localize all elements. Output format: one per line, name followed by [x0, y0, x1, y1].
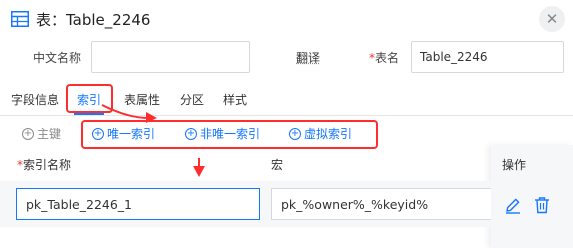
- close-icon: ✕: [545, 10, 559, 28]
- tab-partition[interactable]: 分区: [180, 91, 204, 108]
- index-name-input[interactable]: pk_Table_2246_1: [16, 188, 260, 220]
- close-button[interactable]: ✕: [539, 6, 565, 32]
- header-index-name: *索引名称: [17, 158, 72, 172]
- delete-icon[interactable]: [533, 196, 551, 214]
- arrow-annotation: [193, 158, 205, 177]
- add-icon: +: [22, 127, 34, 140]
- table-icon: [11, 11, 29, 27]
- tab-fields[interactable]: 字段信息: [11, 91, 59, 108]
- table-name-label: *表名: [369, 51, 400, 65]
- header-actions: 操作: [502, 158, 527, 172]
- cn-name-label: 中文名称: [33, 51, 82, 65]
- header-macro: 宏: [271, 158, 284, 172]
- dialog-title: 表：Table_2246: [36, 11, 151, 29]
- translate-button[interactable]: 翻译: [296, 49, 320, 66]
- macro-input[interactable]: pk_%owner%_%keyid%: [271, 188, 491, 220]
- tab-style[interactable]: 样式: [223, 91, 247, 108]
- highlight-box-toolbar: [81, 120, 378, 149]
- table-name-input[interactable]: Table_2246: [411, 41, 564, 73]
- edit-icon[interactable]: [504, 196, 522, 214]
- add-primary-key-button[interactable]: + 主键: [22, 125, 61, 142]
- cn-name-input[interactable]: [91, 41, 250, 73]
